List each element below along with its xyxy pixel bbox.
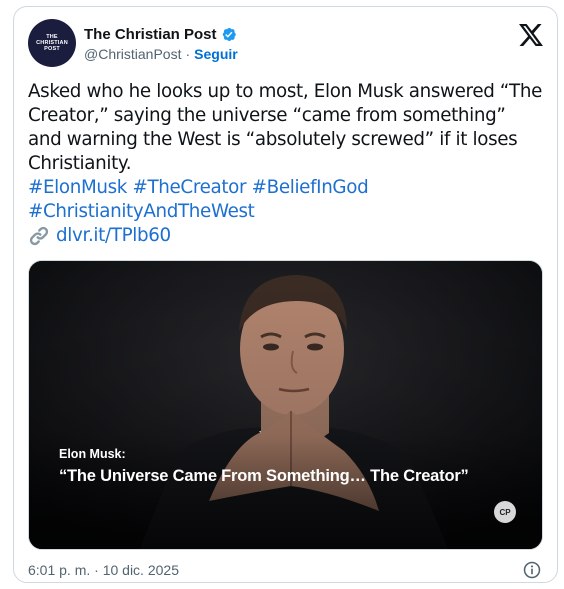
x-logo-icon[interactable] xyxy=(519,24,543,46)
author-name[interactable]: The Christian Post xyxy=(84,26,217,43)
author-name-row: The Christian Post xyxy=(84,24,238,44)
media-caption-quote: “The Universe Came From Something… The C… xyxy=(59,467,469,485)
link-icon xyxy=(29,226,49,246)
media-caption-name: Elon Musk: xyxy=(59,447,126,461)
post-footer: 6:01 p. m. · 10 dic. 2025 xyxy=(28,561,543,581)
hashtag-line: #ChristianityAndTheWest xyxy=(28,200,544,224)
avatar-logo-text: THE CHRISTIAN POST xyxy=(36,34,68,52)
cp-watermark-badge: CP xyxy=(494,501,516,523)
post-timestamp[interactable]: 6:01 p. m. · 10 dic. 2025 xyxy=(28,562,179,578)
external-link[interactable]: dlvr.it/TPlb60 xyxy=(28,224,544,248)
hashtag-link[interactable]: #ChristianityAndTheWest xyxy=(28,201,255,222)
post-body: Asked who he looks up to most, Elon Musk… xyxy=(28,81,543,174)
hashtag-link[interactable]: #ElonMusk xyxy=(28,177,127,198)
author-handle[interactable]: @ChristianPost xyxy=(84,46,181,62)
link-url[interactable]: dlvr.it/TPlb60 xyxy=(56,224,171,248)
hashtag-link[interactable]: #BeliefInGod xyxy=(252,177,369,198)
info-icon[interactable] xyxy=(523,561,541,579)
separator-dot: · xyxy=(185,46,191,62)
post-text: Asked who he looks up to most, Elon Musk… xyxy=(28,80,544,248)
media-image[interactable]: Elon Musk: “The Universe Came From Somet… xyxy=(28,260,543,550)
author-block: The Christian Post @ChristianPost · Segu… xyxy=(84,24,238,63)
post-card[interactable]: THE CHRISTIAN POST The Christian Post @C… xyxy=(13,6,558,583)
author-sub-row: @ChristianPost · Seguir xyxy=(84,46,238,62)
avatar[interactable]: THE CHRISTIAN POST xyxy=(28,19,76,67)
post-header: THE CHRISTIAN POST The Christian Post @C… xyxy=(28,19,543,69)
follow-button[interactable]: Seguir xyxy=(194,46,238,62)
verified-badge-icon xyxy=(222,27,236,41)
portrait-photo xyxy=(29,261,542,549)
hashtag-link[interactable]: #TheCreator xyxy=(133,177,247,198)
hashtag-line: #ElonMusk #TheCreator #BeliefInGod xyxy=(28,176,544,200)
